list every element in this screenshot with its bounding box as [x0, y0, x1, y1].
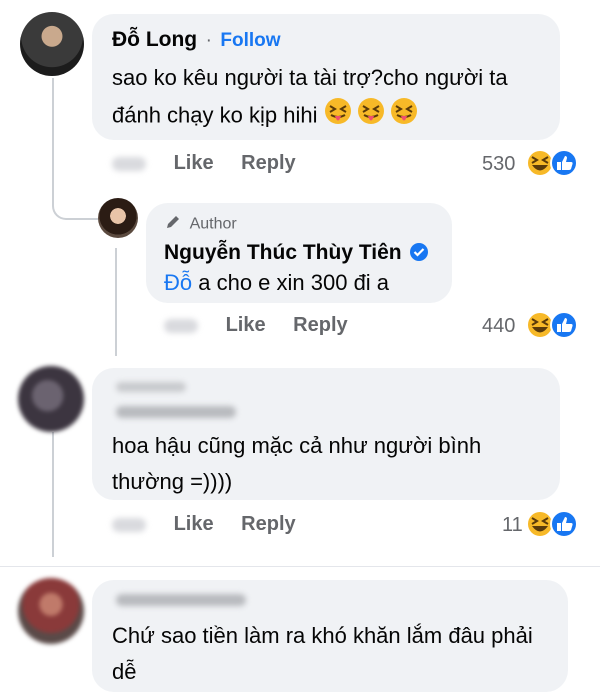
laugh-reaction-icon: [526, 149, 554, 177]
blurred-badge: [116, 382, 186, 392]
avatar[interactable]: [98, 198, 138, 238]
comment-bubble: Đỗ Long · Follow sao ko kêu người ta tài…: [92, 14, 560, 140]
reply-button[interactable]: Reply: [241, 513, 295, 535]
divider: [0, 566, 600, 567]
like-button[interactable]: Like: [174, 513, 214, 535]
comment-timestamp[interactable]: [112, 517, 146, 532]
laugh-reaction-icon: [526, 311, 554, 339]
follow-button[interactable]: Follow: [220, 30, 280, 51]
avatar[interactable]: [20, 12, 84, 76]
like-reaction-icon: [550, 510, 578, 538]
mention-link[interactable]: Đỗ: [164, 270, 192, 295]
comment-bubble: Chứ sao tiền làm ra khó khăn lắm đâu phả…: [92, 580, 568, 692]
comment-text: hoa hậu cũng mặc cả như người bình thườn…: [112, 433, 482, 494]
tongue-out-emoji: [324, 96, 420, 137]
comment-text: sao ko kêu người ta tài trợ?cho người ta…: [112, 65, 508, 128]
laugh-reaction-icon: [526, 510, 554, 538]
like-reaction-icon: [550, 311, 578, 339]
reactions[interactable]: [526, 509, 578, 538]
thread-line-reply1: [115, 248, 117, 356]
reply-button[interactable]: Reply: [241, 152, 295, 174]
pencil-icon: [164, 213, 182, 236]
reply-text: a cho e xin 300 đi a: [192, 270, 390, 295]
reaction-count[interactable]: 440: [482, 315, 515, 338]
reactions[interactable]: [526, 310, 578, 339]
reaction-count[interactable]: 530: [482, 153, 515, 176]
like-reaction-icon: [550, 149, 578, 177]
like-button[interactable]: Like: [174, 152, 214, 174]
comment-author[interactable]: [116, 406, 236, 418]
comment-bubble: hoa hậu cũng mặc cả như người bình thườn…: [92, 368, 560, 500]
reply-author[interactable]: Nguyễn Thúc Thùy Tiên: [164, 241, 402, 264]
avatar[interactable]: [18, 578, 84, 644]
avatar[interactable]: [18, 366, 84, 432]
comment-author[interactable]: Đỗ Long: [112, 28, 197, 51]
reply-timestamp[interactable]: [164, 318, 198, 333]
author-badge: Author: [189, 215, 237, 233]
verified-badge-icon: [409, 242, 429, 267]
reaction-count[interactable]: 11: [502, 514, 523, 537]
comment-author[interactable]: [116, 594, 246, 606]
thread-line-comment2: [52, 432, 54, 557]
comment-timestamp[interactable]: [112, 156, 146, 171]
reactions[interactable]: [526, 148, 578, 177]
reply-bubble: Author Nguyễn Thúc Thùy Tiên Đỗ a cho e …: [146, 203, 452, 303]
reply-button[interactable]: Reply: [293, 314, 347, 336]
separator-dot: ·: [205, 30, 212, 51]
like-button[interactable]: Like: [226, 314, 266, 336]
comment-text: Chứ sao tiền làm ra khó khăn lắm đâu phả…: [112, 623, 533, 684]
